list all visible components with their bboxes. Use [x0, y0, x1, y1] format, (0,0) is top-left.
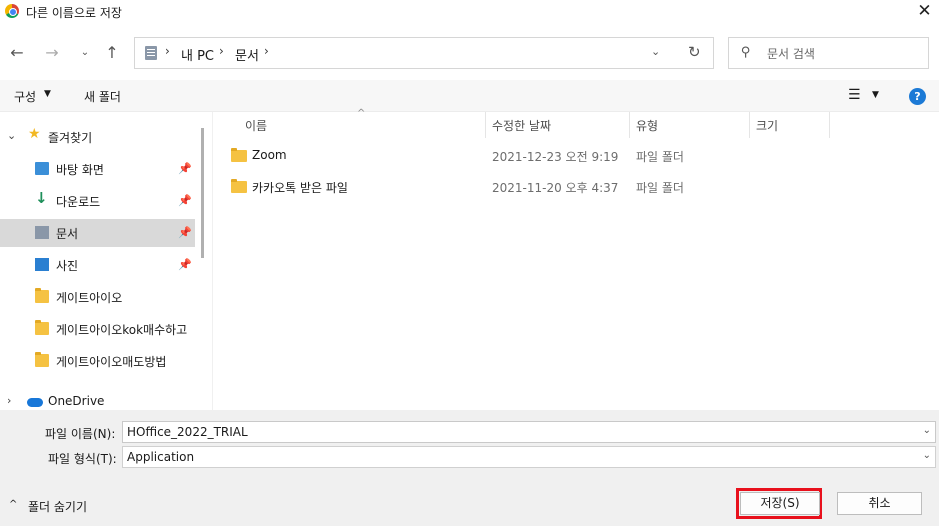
sidebar-item-label: 다운로드 — [56, 195, 101, 209]
back-arrow-icon[interactable]: ← — [6, 41, 28, 65]
command-toolbar: 구성 ▼ 새 폴더 ☰ ▼ ? — [0, 80, 939, 112]
column-header-type[interactable]: 유형 — [636, 117, 658, 134]
desktop-icon — [35, 162, 49, 175]
filetype-select[interactable]: Application ⌄ — [122, 446, 936, 468]
window-title: 다른 이름으로 저장 — [26, 6, 122, 20]
onedrive-cloud-icon — [27, 398, 43, 407]
breadcrumb-separator: › — [165, 44, 170, 58]
up-arrow-icon[interactable]: ↑ — [101, 41, 123, 65]
file-type: 파일 폴더 — [636, 150, 684, 164]
cancel-button[interactable]: 취소 — [837, 492, 922, 515]
folder-icon — [35, 288, 49, 303]
download-icon: ↓ — [35, 189, 48, 207]
caret-down-icon[interactable]: ▼ — [872, 90, 879, 100]
hide-folders-button[interactable]: 폴더 숨기기 — [28, 498, 87, 515]
chrome-icon — [5, 4, 19, 18]
chevron-up-icon[interactable]: ^ — [9, 499, 17, 510]
documents-icon — [35, 226, 49, 239]
new-folder-button[interactable]: 새 폴더 — [84, 88, 121, 105]
title-bar: 다른 이름으로 저장 ✕ — [0, 0, 939, 24]
sidebar-item-label: OneDrive — [48, 394, 105, 408]
navigation-pane: ⌄ ★ 즐겨찾기 바탕 화면 📌 ↓ 다운로드 📌 문서 📌 사진 📌 게이트아… — [0, 112, 212, 410]
organize-button[interactable]: 구성 — [14, 88, 36, 105]
sidebar-item-label: 게이트아이오매도방법 — [56, 355, 167, 369]
address-bar[interactable]: › 내 PC › 문서 › ⌄ ↻ — [134, 37, 714, 69]
file-list: ^ 이름 수정한 날짜 유형 크기 Zoom 2021-12-23 오전 9:1… — [213, 108, 939, 410]
chevron-down-icon[interactable]: ⌄ — [923, 425, 931, 436]
search-box[interactable]: ⚲ 문서 검색 — [728, 37, 929, 69]
sidebar-item-folder[interactable]: 게이트아이오kok매수하고 — [0, 315, 195, 343]
column-divider[interactable] — [829, 112, 830, 138]
caret-down-icon[interactable]: ▼ — [44, 89, 51, 99]
sort-ascending-icon: ^ — [357, 108, 366, 119]
column-header-name[interactable]: 이름 — [245, 117, 267, 134]
sidebar-item-label: 즐겨찾기 — [48, 131, 93, 145]
column-divider[interactable] — [485, 112, 486, 138]
filetype-label: 파일 형식(T): — [48, 452, 117, 466]
address-dropdown-icon[interactable]: ⌄ — [651, 45, 660, 58]
column-header-modified[interactable]: 수정한 날짜 — [492, 117, 551, 134]
sidebar-item-label: 게이트아이오 — [56, 291, 123, 305]
chevron-down-icon[interactable]: ⌄ — [923, 450, 931, 461]
search-icon: ⚲ — [741, 45, 751, 60]
file-name: Zoom — [252, 148, 287, 162]
column-divider[interactable] — [629, 112, 630, 138]
breadcrumb-separator: › — [264, 44, 269, 58]
sidebar-item-quick-access[interactable]: ⌄ ★ 즐겨찾기 — [0, 123, 195, 151]
filename-label: 파일 이름(N): — [45, 427, 116, 441]
search-input[interactable]: 문서 검색 — [767, 45, 815, 62]
column-divider[interactable] — [749, 112, 750, 138]
sidebar-item-pictures[interactable]: 사진 📌 — [0, 251, 195, 279]
close-button[interactable]: ✕ — [910, 0, 939, 24]
save-button[interactable]: 저장(S) — [740, 492, 820, 515]
pin-icon[interactable]: 📌 — [178, 226, 192, 239]
sidebar-item-documents[interactable]: 문서 📌 — [0, 219, 195, 247]
table-row[interactable]: 카카오톡 받은 파일 2021-11-20 오후 4:37 파일 폴더 — [213, 172, 939, 202]
filename-value[interactable]: HOffice_2022_TRIAL — [127, 425, 248, 439]
chevron-down-icon[interactable]: ⌄ — [7, 129, 16, 142]
documents-icon — [145, 46, 157, 60]
file-type: 파일 폴더 — [636, 181, 684, 195]
sidebar-item-label: 문서 — [56, 227, 79, 241]
filetype-value: Application — [127, 450, 195, 464]
folder-icon — [35, 352, 49, 367]
file-modified: 2021-12-23 오전 9:19 — [492, 150, 619, 164]
sidebar-item-label: 게이트아이오kok매수하고 — [56, 323, 188, 337]
folder-icon — [231, 179, 247, 193]
help-icon[interactable]: ? — [909, 88, 926, 105]
star-icon: ★ — [28, 126, 41, 142]
column-header-size[interactable]: 크기 — [756, 117, 778, 134]
refresh-icon[interactable]: ↻ — [688, 43, 701, 61]
pin-icon[interactable]: 📌 — [178, 194, 192, 207]
filename-field[interactable]: HOffice_2022_TRIAL ⌄ — [122, 421, 936, 443]
breadcrumb-separator: › — [219, 44, 224, 58]
sidebar-item-folder[interactable]: 게이트아이오 — [0, 283, 195, 311]
sidebar-item-label: 바탕 화면 — [56, 163, 104, 177]
chevron-right-icon[interactable]: › — [7, 394, 11, 407]
pin-icon[interactable]: 📌 — [178, 162, 192, 175]
sidebar-item-folder[interactable]: 게이트아이오매도방법 — [0, 347, 195, 375]
breadcrumb-this-pc[interactable]: 내 PC — [181, 45, 214, 64]
breadcrumb-documents[interactable]: 문서 — [235, 45, 259, 64]
sidebar-item-desktop[interactable]: 바탕 화면 📌 — [0, 155, 195, 183]
sidebar-item-label: 사진 — [56, 259, 79, 273]
navigation-scrollbar[interactable] — [201, 128, 204, 258]
table-row[interactable]: Zoom 2021-12-23 오전 9:19 파일 폴더 — [213, 141, 939, 171]
folder-icon — [35, 320, 49, 335]
file-name: 카카오톡 받은 파일 — [252, 181, 348, 195]
sidebar-item-downloads[interactable]: ↓ 다운로드 📌 — [0, 187, 195, 215]
sidebar-item-onedrive[interactable]: › OneDrive — [0, 388, 195, 410]
forward-arrow-icon[interactable]: → — [41, 41, 63, 65]
folder-icon — [231, 148, 247, 162]
pictures-icon — [35, 258, 49, 271]
view-options-icon[interactable]: ☰ — [848, 87, 861, 103]
file-modified: 2021-11-20 오후 4:37 — [492, 181, 619, 195]
recent-locations-chevron-icon[interactable]: ⌄ — [74, 41, 96, 65]
pin-icon[interactable]: 📌 — [178, 258, 192, 271]
